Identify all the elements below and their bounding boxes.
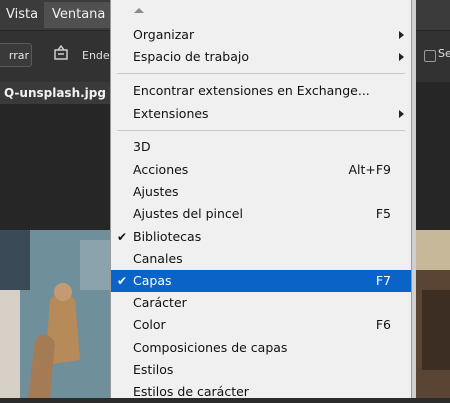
menu-item-label: Encontrar extensiones en Exchange... [133, 83, 370, 98]
ende-label: Ende [82, 49, 110, 62]
option-checkbox[interactable] [424, 50, 436, 62]
menu-item-caracter[interactable]: Carácter [111, 292, 411, 314]
menu-separator [117, 73, 405, 74]
menu-item-label: Estilos [133, 362, 174, 377]
menu-item-label: Carácter [133, 295, 187, 310]
menu-item-color[interactable]: Color F6 [111, 314, 411, 336]
menu-item-label: Bibliotecas [133, 229, 202, 244]
menu-item-estilos[interactable]: Estilos [111, 359, 411, 381]
menu-item-label: Acciones [133, 162, 189, 177]
menu-item-extensiones[interactable]: Extensiones [111, 103, 411, 125]
menu-item-label: 3D [133, 139, 151, 154]
menu-ventana[interactable]: Ventana [44, 2, 114, 28]
scroll-up-icon[interactable] [134, 8, 144, 13]
menu-item-label: Organizar [133, 27, 195, 42]
menu-item-label: Estilos de carácter [133, 384, 249, 399]
menu-item-shortcut: F6 [375, 317, 391, 332]
align-icon[interactable] [52, 45, 70, 61]
menu-item-label: Capas [133, 273, 172, 288]
canvas-image-left [0, 230, 110, 398]
menu-item-shortcut: F7 [375, 273, 391, 288]
checkmark-icon: ✔ [117, 274, 128, 288]
submenu-arrow-icon [399, 53, 404, 61]
menu-item-label: Ajustes del pincel [133, 206, 243, 221]
close-button[interactable]: rrar [0, 43, 32, 67]
option-label: Se [438, 47, 450, 60]
menu-item-label: Composiciones de capas [133, 340, 288, 355]
menu-item-ajustes-del-pincel[interactable]: Ajustes del pincel F5 [111, 203, 411, 225]
menu-item-organizar[interactable]: Organizar [111, 24, 411, 46]
canvas-image-right [412, 230, 450, 398]
menu-item-ajustes[interactable]: Ajustes [111, 181, 411, 203]
menu-item-espacio-de-trabajo[interactable]: Espacio de trabajo [111, 46, 411, 68]
menu-shadow [412, 0, 416, 398]
menu-item-capas[interactable]: ✔ Capas F7 [111, 270, 411, 292]
menu-item-label: Ajustes [133, 184, 179, 199]
ventana-dropdown-menu: Organizar Espacio de trabajo Encontrar e… [110, 0, 412, 399]
menu-item-encontrar-extensiones[interactable]: Encontrar extensiones en Exchange... [111, 80, 411, 102]
menu-item-estilos-de-caracter[interactable]: Estilos de carácter [111, 381, 411, 403]
menu-item-composiciones-de-capas[interactable]: Composiciones de capas [111, 337, 411, 359]
menu-item-canales[interactable]: Canales [111, 248, 411, 270]
submenu-arrow-icon [399, 31, 404, 39]
menu-item-shortcut: Alt+F9 [348, 162, 391, 177]
menu-item-label: Extensiones [133, 106, 209, 121]
menu-item-label: Canales [133, 251, 183, 266]
checkmark-icon: ✔ [117, 230, 128, 244]
menu-separator [117, 130, 405, 131]
submenu-arrow-icon [399, 110, 404, 118]
menu-item-bibliotecas[interactable]: ✔ Bibliotecas [111, 226, 411, 248]
menu-item-acciones[interactable]: Acciones Alt+F9 [111, 159, 411, 181]
menu-item-label: Espacio de trabajo [133, 49, 249, 64]
menu-item-3d[interactable]: 3D [111, 136, 411, 158]
menu-vista[interactable]: Vista [6, 0, 38, 30]
menu-item-label: Color [133, 317, 166, 332]
menu-item-shortcut: F5 [375, 206, 391, 221]
